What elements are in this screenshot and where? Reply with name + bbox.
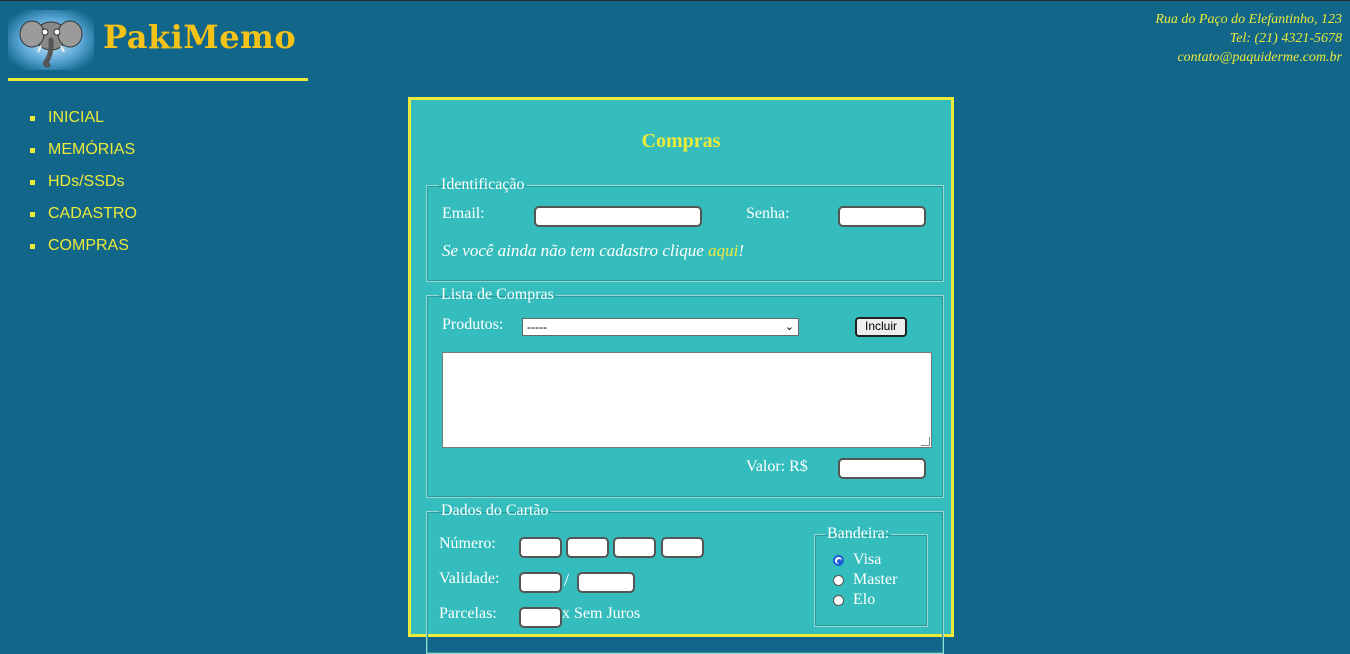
email-label: Email:: [442, 205, 485, 222]
visa-label: Visa: [853, 551, 882, 568]
contact-phone: Tel: (21) 4321-5678: [1229, 31, 1342, 46]
bullet-icon: [30, 148, 35, 153]
nav-item-compras[interactable]: COMPRAS: [30, 237, 137, 269]
produtos-select[interactable]: ----- ⌄: [522, 318, 799, 336]
numero-field-2[interactable]: [566, 537, 609, 558]
numero-field-1[interactable]: [519, 537, 562, 558]
resize-handle[interactable]: [921, 437, 930, 446]
identificacao-fieldset: Identificação: [426, 176, 944, 282]
nav-item-memorias[interactable]: MEMÓRIAS: [30, 141, 137, 173]
radio-visa[interactable]: [833, 555, 844, 566]
elo-label: Elo: [853, 591, 876, 608]
senha-label: Senha:: [746, 205, 790, 222]
email-field[interactable]: [534, 206, 702, 227]
radio-elo[interactable]: [833, 595, 844, 606]
numero-field-3[interactable]: [613, 537, 656, 558]
nav-item-cadastro[interactable]: CADASTRO: [30, 205, 137, 237]
radio-master[interactable]: [833, 575, 844, 586]
page-title: Compras: [641, 130, 721, 152]
numero-field-4[interactable]: [661, 537, 704, 558]
contact-address: Rua do Paço do Elefantinho, 123: [1155, 12, 1342, 27]
validade-separator: /: [564, 570, 570, 590]
lista-legend: Lista de Compras: [441, 286, 554, 303]
brand-name: PakiMemo: [103, 18, 297, 56]
validade-ano-field[interactable]: [577, 572, 635, 593]
nav-item-hds-ssds[interactable]: HDs/SSDs: [30, 173, 137, 205]
cadastro-note: Se você ainda não tem cadastro clique aq…: [442, 241, 745, 260]
main-nav: INICIAL MEMÓRIAS HDs/SSDs CADASTRO COMPR…: [30, 109, 137, 269]
bullet-icon: [30, 116, 35, 121]
valor-label: Valor: R$: [746, 458, 808, 475]
validade-label: Validade:: [439, 570, 500, 587]
logo-area: PakiMemo: [8, 10, 308, 81]
senha-field[interactable]: [838, 206, 926, 227]
valor-field[interactable]: [838, 458, 926, 479]
elephant-logo-icon: [8, 10, 94, 70]
bullet-icon: [30, 180, 35, 185]
chevron-down-icon: ⌄: [784, 321, 794, 333]
contact-email[interactable]: contato@paquiderme.com.br: [1155, 48, 1342, 67]
parcelas-suffix: x Sem Juros: [562, 605, 641, 622]
identificacao-legend: Identificação: [441, 176, 525, 193]
lista-textarea[interactable]: [442, 352, 932, 448]
contact-info: Rua do Paço do Elefantinho, 123 Tel: (21…: [1155, 10, 1342, 67]
validade-mes-field[interactable]: [519, 572, 562, 593]
master-label: Master: [853, 571, 898, 588]
compras-panel: Compras Identificação Email: Senha: Se v…: [408, 97, 954, 654]
cartao-legend: Dados do Cartão: [441, 502, 549, 519]
numero-label: Número:: [439, 535, 496, 552]
incluir-button[interactable]: Incluir: [855, 317, 907, 337]
parcelas-label: Parcelas:: [439, 605, 497, 622]
bandeira-legend: Bandeira:: [827, 525, 890, 542]
produtos-label: Produtos:: [442, 316, 504, 333]
nav-item-inicial[interactable]: INICIAL: [30, 109, 137, 141]
cadastro-link[interactable]: aqui: [708, 241, 738, 260]
bullet-icon: [30, 212, 35, 217]
bullet-icon: [30, 244, 35, 249]
parcelas-field[interactable]: [519, 607, 562, 628]
